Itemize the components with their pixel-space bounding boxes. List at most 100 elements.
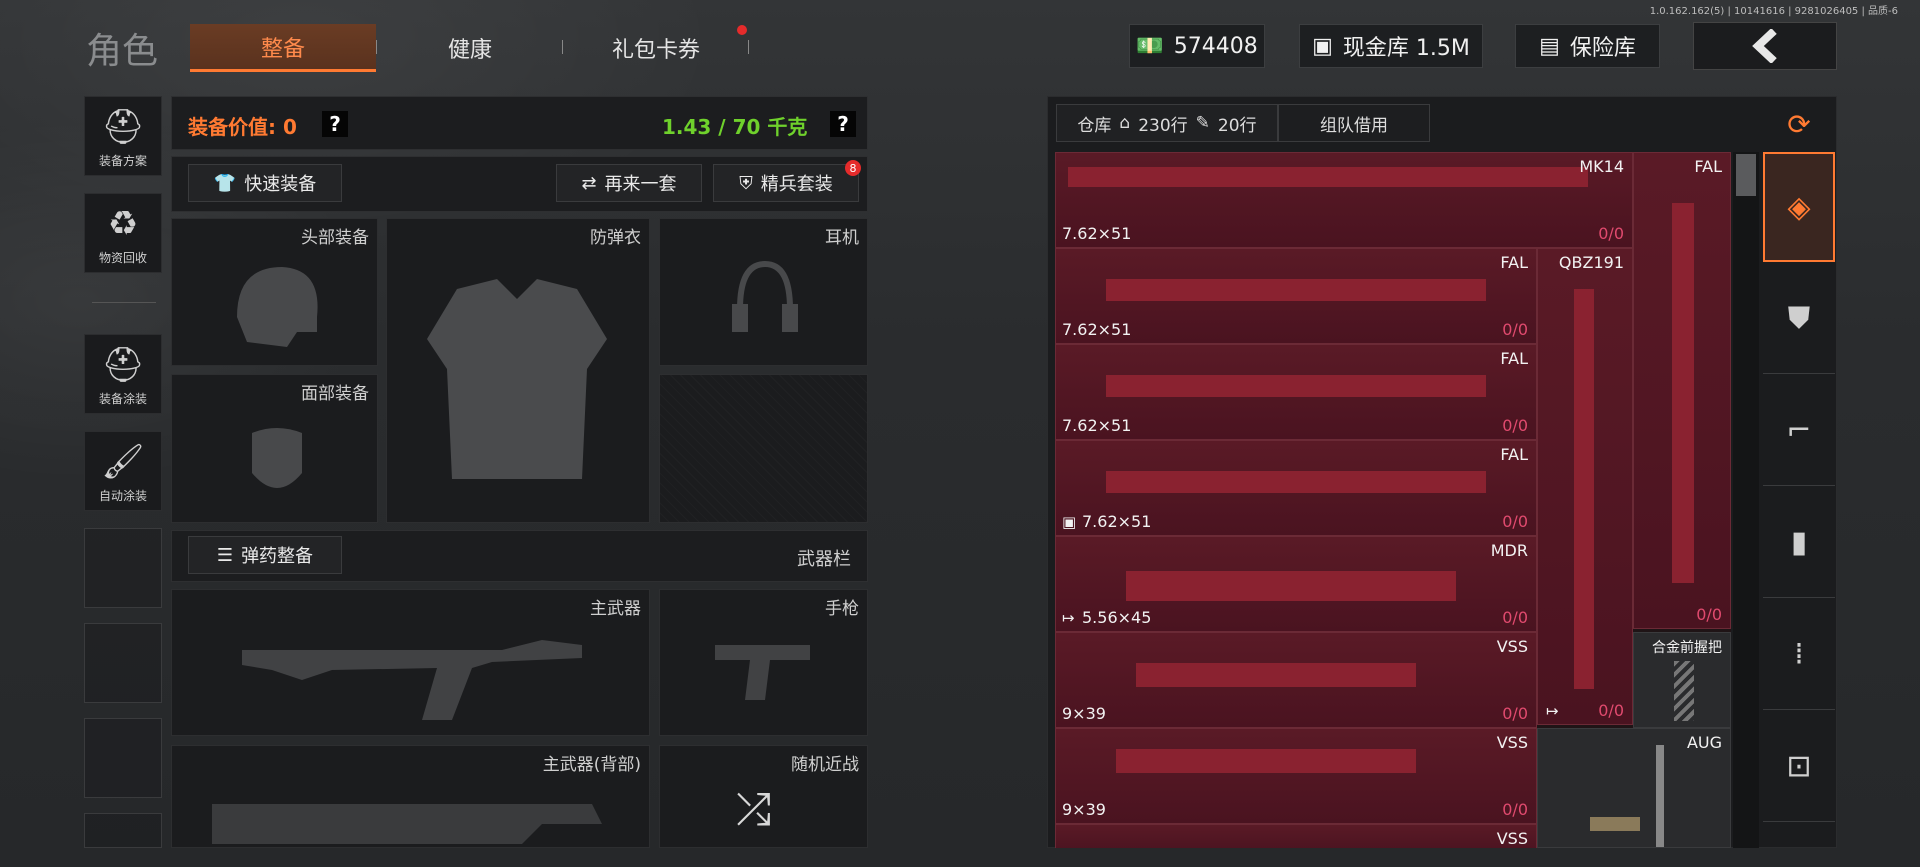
item-fal[interactable]: FAL ▣ 7.62×51 0/0 [1055, 440, 1537, 536]
back-button[interactable] [1693, 22, 1837, 70]
rifle-icon [212, 804, 602, 844]
item-fal[interactable]: FAL 7.62×51 0/0 [1055, 248, 1537, 344]
slot-label: 头部装备 [301, 228, 369, 248]
sidebar-item-recycle[interactable]: ♻ 物资回收 [84, 193, 162, 273]
category-all[interactable]: ◈ [1763, 152, 1835, 262]
again-button[interactable]: ⇄ 再来一套 [556, 164, 702, 202]
slot-label: 耳机 [825, 228, 859, 248]
scrollbar-thumb[interactable] [1736, 154, 1756, 196]
item-fal[interactable]: FAL 7.62×51 0/0 [1055, 344, 1537, 440]
sidebar-label: 自动涂装 [98, 489, 147, 503]
rifle-icon [1106, 279, 1486, 301]
back-weapon-slot[interactable]: 主武器(背部) [171, 745, 650, 848]
item-alloy-grip[interactable]: 合金前握把 [1633, 632, 1731, 728]
tab-divider [562, 40, 563, 54]
recycle-icon: ♻ [107, 204, 139, 244]
item-caliber: 9×39 [1062, 704, 1106, 723]
ammo-icon: ☰ [216, 544, 234, 566]
tab-gifts[interactable]: 礼包卡券 [564, 24, 748, 72]
slot-label: 主武器 [590, 599, 641, 619]
category-weapons[interactable]: ⌐ [1763, 376, 1835, 486]
item-caliber: 7.62×51 [1082, 512, 1152, 531]
item-fal-vertical[interactable]: FAL 0/0 [1633, 152, 1731, 629]
rifle-icon [1106, 471, 1486, 493]
quick-equip-button[interactable]: 👕 快速装备 [188, 164, 342, 202]
item-count: 0/0 [1502, 512, 1528, 531]
inventory-scrollbar[interactable] [1733, 152, 1759, 848]
item-vss[interactable]: VSS 9×39 0/0 [1055, 632, 1537, 728]
item-aug[interactable]: AUG [1537, 728, 1731, 848]
safe-box-button[interactable]: ▤ 保险库 [1515, 24, 1660, 68]
pistol-icon [715, 645, 810, 700]
weight-help-button[interactable]: ? [830, 111, 856, 137]
item-mdr[interactable]: MDR ↦ 5.56×45 0/0 [1055, 536, 1537, 632]
item-name: MDR [1490, 541, 1528, 560]
category-ammo[interactable]: ⁞ [1763, 600, 1835, 710]
magazine-icon: ▮ [1790, 525, 1808, 560]
item-caliber: 5.56×45 [1082, 608, 1152, 627]
warehouse-label: 仓库 [1077, 115, 1112, 136]
item-vss[interactable]: VSS 9×39 0/0 [1055, 728, 1537, 824]
sidebar-item-loadout[interactable]: ⛑ 装备方案 [84, 96, 162, 176]
container-icon: ▣ [1062, 513, 1077, 531]
sidebar-item-skin[interactable]: ⛑ 装备涂装 [84, 334, 162, 414]
skin-icon: ⛑ [101, 345, 145, 385]
headset-slot[interactable]: 耳机 [659, 218, 868, 366]
sidebar-empty-slot [84, 623, 162, 703]
quick-equip-label: 快速装备 [244, 174, 317, 195]
bullet-icon: ⁞ [1794, 637, 1804, 672]
rifle-icon [1106, 375, 1486, 397]
item-vss[interactable]: VSS [1055, 824, 1537, 848]
equip-arrow-icon: ↦ [1062, 609, 1075, 627]
rifle-icon [1116, 749, 1416, 773]
melee-slot[interactable]: 随机近战 ⤮ [659, 745, 868, 848]
equipment-value: 装备价值: 0 [188, 115, 297, 139]
equip-arrow-icon: ↦ [1546, 702, 1559, 720]
notification-dot [737, 25, 747, 35]
category-attachments[interactable]: ⊡ [1763, 712, 1835, 822]
value-help-button[interactable]: ? [322, 111, 348, 137]
face-slot[interactable]: 面部装备 [171, 374, 378, 523]
category-magazines[interactable]: ▮ [1763, 488, 1835, 598]
armor-slot[interactable]: 防弹衣 [386, 218, 650, 523]
head-slot[interactable]: 头部装备 [171, 218, 378, 366]
slot-label: 面部装备 [301, 384, 369, 404]
sidebar-label: 装备方案 [98, 154, 147, 168]
sidebar-item-auto-paint[interactable]: 🖌 自动涂装 [84, 431, 162, 511]
version-text: 1.0.162.162(5) | 10141616 | 9281026405 |… [1649, 6, 1898, 17]
elite-kit-button[interactable]: ⛨ 精兵套装 [713, 164, 859, 202]
shirt-icon: 👕 [213, 172, 237, 194]
sidebar-label: 装备涂装 [98, 392, 147, 406]
rifle-icon [1136, 663, 1416, 687]
tab-divider [748, 40, 749, 54]
item-qbz191[interactable]: QBZ191 ↦ 0/0 [1537, 248, 1633, 725]
page-title: 角色 [86, 31, 159, 72]
tab-team-borrow[interactable]: 组队借用 [1278, 104, 1430, 142]
item-count: 0/0 [1502, 800, 1528, 819]
tab-warehouse[interactable]: 仓库 ⌂ 230行 ✎ 20行 [1056, 104, 1278, 142]
cash-icon: 💵 [1136, 33, 1164, 59]
ammo-prep-label: 弹药整备 [241, 546, 314, 567]
item-count: 0/0 [1502, 320, 1528, 339]
ammo-prep-button[interactable]: ☰ 弹药整备 [188, 536, 342, 574]
slot-label: 手枪 [825, 599, 859, 619]
item-mk14[interactable]: MK14 7.62×51 0/0 [1055, 152, 1633, 248]
category-armor[interactable]: ⛊ [1763, 264, 1835, 374]
sidebar-empty-slot [84, 528, 162, 608]
item-count: 0/0 [1696, 605, 1722, 624]
tab-health[interactable]: 健康 [378, 24, 562, 72]
cash-vault-button[interactable]: ▣ 现金库 1.5M [1299, 24, 1483, 68]
item-count: 0/0 [1502, 416, 1528, 435]
layers-icon: ◈ [1787, 189, 1811, 225]
slot-label: 随机近战 [791, 755, 859, 775]
slot-label: 防弹衣 [590, 228, 641, 248]
helmet-icon [237, 267, 318, 347]
sort-icon[interactable]: ⟳ [1763, 100, 1835, 148]
item-count: 0/0 [1502, 608, 1528, 627]
item-caliber: 7.62×51 [1062, 416, 1132, 435]
primary-weapon-slot[interactable]: 主武器 [171, 589, 650, 736]
pistol-slot[interactable]: 手枪 [659, 589, 868, 736]
elite-badge: 8 [845, 160, 861, 176]
tab-equip[interactable]: 整备 [190, 24, 376, 72]
rifle-icon [1574, 289, 1594, 689]
